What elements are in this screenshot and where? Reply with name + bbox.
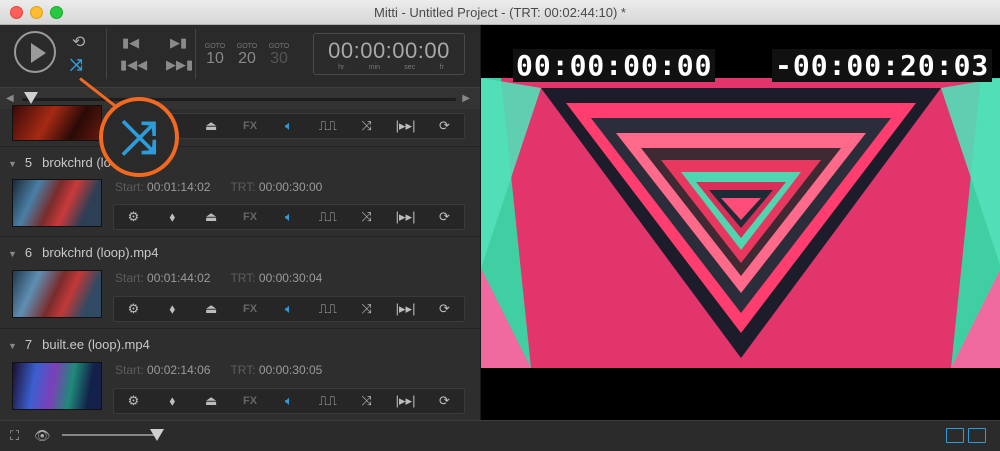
scrub-track[interactable] (22, 98, 456, 101)
cue-meta: Start: 00:01:14:02 TRT: 00:00:30:00 (115, 180, 323, 194)
layout-right-button[interactable] (968, 428, 986, 443)
scrub-right-icon[interactable]: ▶ (462, 93, 470, 104)
window-title: Mitti - Untitled Project - (TRT: 00:02:4… (374, 5, 626, 20)
timecode-units: hr min sec fr (338, 64, 444, 71)
goto-30-button[interactable]: GOTO 30 (266, 43, 292, 67)
cue-title: ▼ 7 built.ee (loop).mp4 (8, 337, 150, 352)
refresh-icon[interactable]: ⟳ (429, 301, 459, 317)
refresh-icon[interactable]: ⟳ (429, 209, 459, 225)
list-item[interactable]: ▼ 7 built.ee (loop).mp4 Start: 00:02:14:06… (0, 329, 480, 420)
gear-icon[interactable]: ⚙ (118, 301, 148, 317)
fade-icon[interactable]: ⎍⎍ (313, 393, 343, 409)
fx-button[interactable]: FX (235, 395, 265, 407)
cue-thumbnail (12, 179, 102, 227)
disclosure-triangle-icon[interactable]: ▼ (8, 159, 17, 169)
list-item[interactable]: ▼ 6 brokchrd (loop).mp4 Start: 00:01:44:02… (0, 237, 480, 329)
shuffle-icon[interactable]: ⤨ (70, 57, 83, 75)
eject-icon[interactable]: ⏏ (196, 393, 226, 409)
shuffle-icon[interactable]: ⤨ (352, 209, 382, 225)
scrub-left-icon[interactable]: ◀ (6, 93, 14, 104)
refresh-icon[interactable]: ⟳ (429, 118, 459, 134)
callout-magnifier: ⤨ (99, 97, 179, 177)
eject-icon[interactable]: ⏏ (196, 118, 226, 134)
fade-icon[interactable]: ⎍⎍ (313, 301, 343, 317)
volume-icon[interactable]: 🔈︎ (274, 209, 304, 225)
preview-image (481, 78, 1000, 368)
play-button[interactable] (14, 31, 56, 73)
volume-icon[interactable]: 🔈︎ (274, 118, 304, 134)
layout-left-button[interactable] (946, 428, 964, 443)
transport-bar: ⟲ ⤨ ▮◀ ▶▮ ▮◀◀ ▶▶▮ GOTO 10 GOTO 20 GOTO 3… (0, 25, 480, 87)
nudge-icon[interactable]: |▸▸| (391, 118, 421, 134)
shuffle-icon[interactable]: ⤨ (352, 393, 382, 409)
fx-button[interactable]: FX (235, 120, 265, 132)
tag-icon[interactable]: ⬧ (157, 209, 187, 225)
fx-button[interactable]: FX (235, 303, 265, 315)
nudge-icon[interactable]: |▸▸| (391, 209, 421, 225)
remaining-timecode: -00:00:20:03 (772, 49, 993, 82)
eject-icon[interactable]: ⏏ (196, 209, 226, 225)
fast-forward-icon[interactable]: ▶▶▮ (166, 57, 193, 73)
previous-cue-icon[interactable]: ▮◀ (122, 35, 139, 51)
cue-toolbar: ⚙ ⬧ ⏏ FX 🔈︎ ⎍⎍ ⤨ |▸▸| ⟳ (113, 296, 465, 322)
cue-thumbnail (12, 362, 102, 410)
cue-thumbnail (12, 270, 102, 318)
eject-icon[interactable]: ⏏ (196, 301, 226, 317)
list-item[interactable]: ▼ 5 brokchrd (loop).mov Start: 00:01:14:02… (0, 147, 480, 237)
volume-icon[interactable]: 🔈︎ (274, 301, 304, 317)
refresh-icon[interactable]: ⟳ (429, 393, 459, 409)
gear-icon[interactable]: ⚙ (118, 209, 148, 225)
timecode-value: 00:00:00:00 (328, 38, 450, 63)
title-bar: Mitti - Untitled Project - (TRT: 00:02:4… (0, 0, 1000, 25)
cue-toolbar: ⚙ ⬧ ⏏ FX 🔈︎ ⎍⎍ ⤨ |▸▸| ⟳ (113, 204, 465, 230)
scrub-handle[interactable] (24, 92, 38, 104)
divider (195, 29, 196, 79)
shuffle-icon: ⤨ (120, 111, 158, 163)
nudge-icon[interactable]: |▸▸| (391, 301, 421, 317)
disclosure-triangle-icon[interactable]: ▼ (8, 249, 17, 259)
fade-icon[interactable]: ⎍⎍ (313, 118, 343, 134)
fade-icon[interactable]: ⎍⎍ (313, 209, 343, 225)
cue-thumbnail (12, 105, 102, 141)
cue-toolbar: ⚙ ⬧ ⏏ FX 🔈︎ ⎍⎍ ⤨ |▸▸| ⟳ (113, 388, 465, 414)
volume-icon[interactable]: 🔈︎ (274, 393, 304, 409)
elapsed-timecode: 00:00:00:00 (513, 49, 716, 82)
timecode-display: 00:00:00:00 hr min sec fr (313, 33, 465, 75)
rewind-icon[interactable]: ▮◀◀ (120, 57, 147, 73)
tag-icon[interactable]: ⬧ (157, 301, 187, 317)
video-preview: 00:00:00:00 -00:00:20:03 (480, 25, 1000, 420)
cue-title: ▼ 6 brokchrd (loop).mp4 (8, 245, 159, 260)
cue-meta: Start: 00:02:14:06 TRT: 00:00:30:05 (115, 363, 323, 377)
gear-icon[interactable]: ⚙ (118, 393, 148, 409)
playlist-panel: ⟲ ⤨ ▮◀ ▶▮ ▮◀◀ ▶▶▮ GOTO 10 GOTO 20 GOTO 3… (0, 25, 480, 420)
eye-icon[interactable]: 👁︎ (34, 428, 51, 444)
shuffle-icon[interactable]: ⤨ (352, 118, 382, 134)
divider (106, 29, 107, 79)
tag-icon[interactable]: ⬧ (157, 393, 187, 409)
master-volume-track[interactable] (62, 434, 157, 436)
list-item[interactable]: ⚙ ⬧ ⏏ FX 🔈︎ ⎍⎍ ⤨ |▸▸| ⟳ (0, 105, 480, 147)
shuffle-icon[interactable]: ⤨ (352, 301, 382, 317)
goto-10-button[interactable]: GOTO 10 (202, 43, 228, 67)
cue-meta: Start: 00:01:44:02 TRT: 00:00:30:04 (115, 271, 323, 285)
bottom-bar: ⛶ 👁︎ (0, 420, 1000, 451)
next-cue-icon[interactable]: ▶▮ (170, 35, 187, 51)
master-volume-handle[interactable] (150, 429, 164, 441)
disclosure-triangle-icon[interactable]: ▼ (8, 341, 17, 351)
loop-icon[interactable]: ⟲ (72, 32, 85, 52)
nudge-icon[interactable]: |▸▸| (391, 393, 421, 409)
goto-20-button[interactable]: GOTO 20 (234, 43, 260, 67)
fx-button[interactable]: FX (235, 211, 265, 223)
fullscreen-icon[interactable]: ⛶ (10, 428, 19, 444)
